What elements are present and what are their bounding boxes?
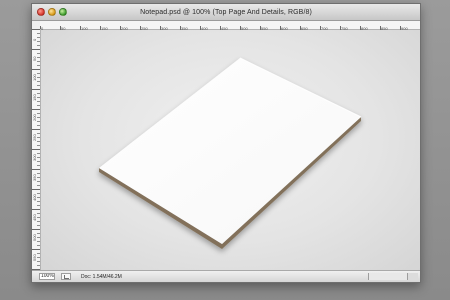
zoom-level-field[interactable]: 100% <box>39 273 55 280</box>
minimize-button[interactable] <box>48 8 56 16</box>
document-info: Doc: 1.54M/46.2M <box>81 273 122 280</box>
ruler-tick-label: 100 <box>32 74 37 81</box>
document-window: Notepad.psd @ 100% (Top Page And Details… <box>31 3 421 283</box>
status-preview-icon[interactable] <box>61 273 71 280</box>
top-ruler[interactable]: 0 50 100 150 200 250 300 350 400 450 500 550 600 650 7… <box>40 21 420 34</box>
ruler-tick-label: 150 <box>32 94 37 101</box>
close-button[interactable] <box>37 8 45 16</box>
left-ruler-ticks: 0 50 100 150 200 250 300 350 400 450 500 550 <box>32 29 40 270</box>
document-canvas[interactable] <box>41 30 420 271</box>
ruler-tick-label: 400 <box>32 194 37 201</box>
zoom-button[interactable] <box>59 8 67 16</box>
title-bar[interactable]: Notepad.psd @ 100% (Top Page And Details… <box>32 4 420 21</box>
notepad-top-surface <box>99 58 361 244</box>
horizontal-scroll-end[interactable] <box>407 273 418 280</box>
ruler-tick-label: 450 <box>32 214 37 221</box>
ruler-tick-label: 550 <box>32 254 37 261</box>
photoshop-document-window-screenshot: Notepad.psd @ 100% (Top Page And Details… <box>0 0 450 300</box>
ruler-tick-label: 0 <box>32 38 37 41</box>
ruler-tick-label: 250 <box>32 134 37 141</box>
ruler-tick-label: 50 <box>32 56 37 61</box>
left-ruler[interactable]: 0 50 100 150 200 250 300 350 400 450 500 550 <box>32 29 41 271</box>
ruler-tick-label: 500 <box>32 234 37 241</box>
canvas-artwork <box>99 57 362 249</box>
window-controls <box>37 8 67 16</box>
horizontal-scroll-track[interactable] <box>368 273 407 280</box>
ruler-tick-label: 350 <box>32 174 37 181</box>
window-title: Notepad.psd @ 100% (Top Page And Details… <box>140 8 312 16</box>
notepad-object <box>99 57 362 249</box>
ruler-tick-label: 200 <box>32 114 37 121</box>
ruler-tick-label: 300 <box>32 154 37 161</box>
status-bar: 100% Doc: 1.54M/46.2M <box>32 270 420 282</box>
